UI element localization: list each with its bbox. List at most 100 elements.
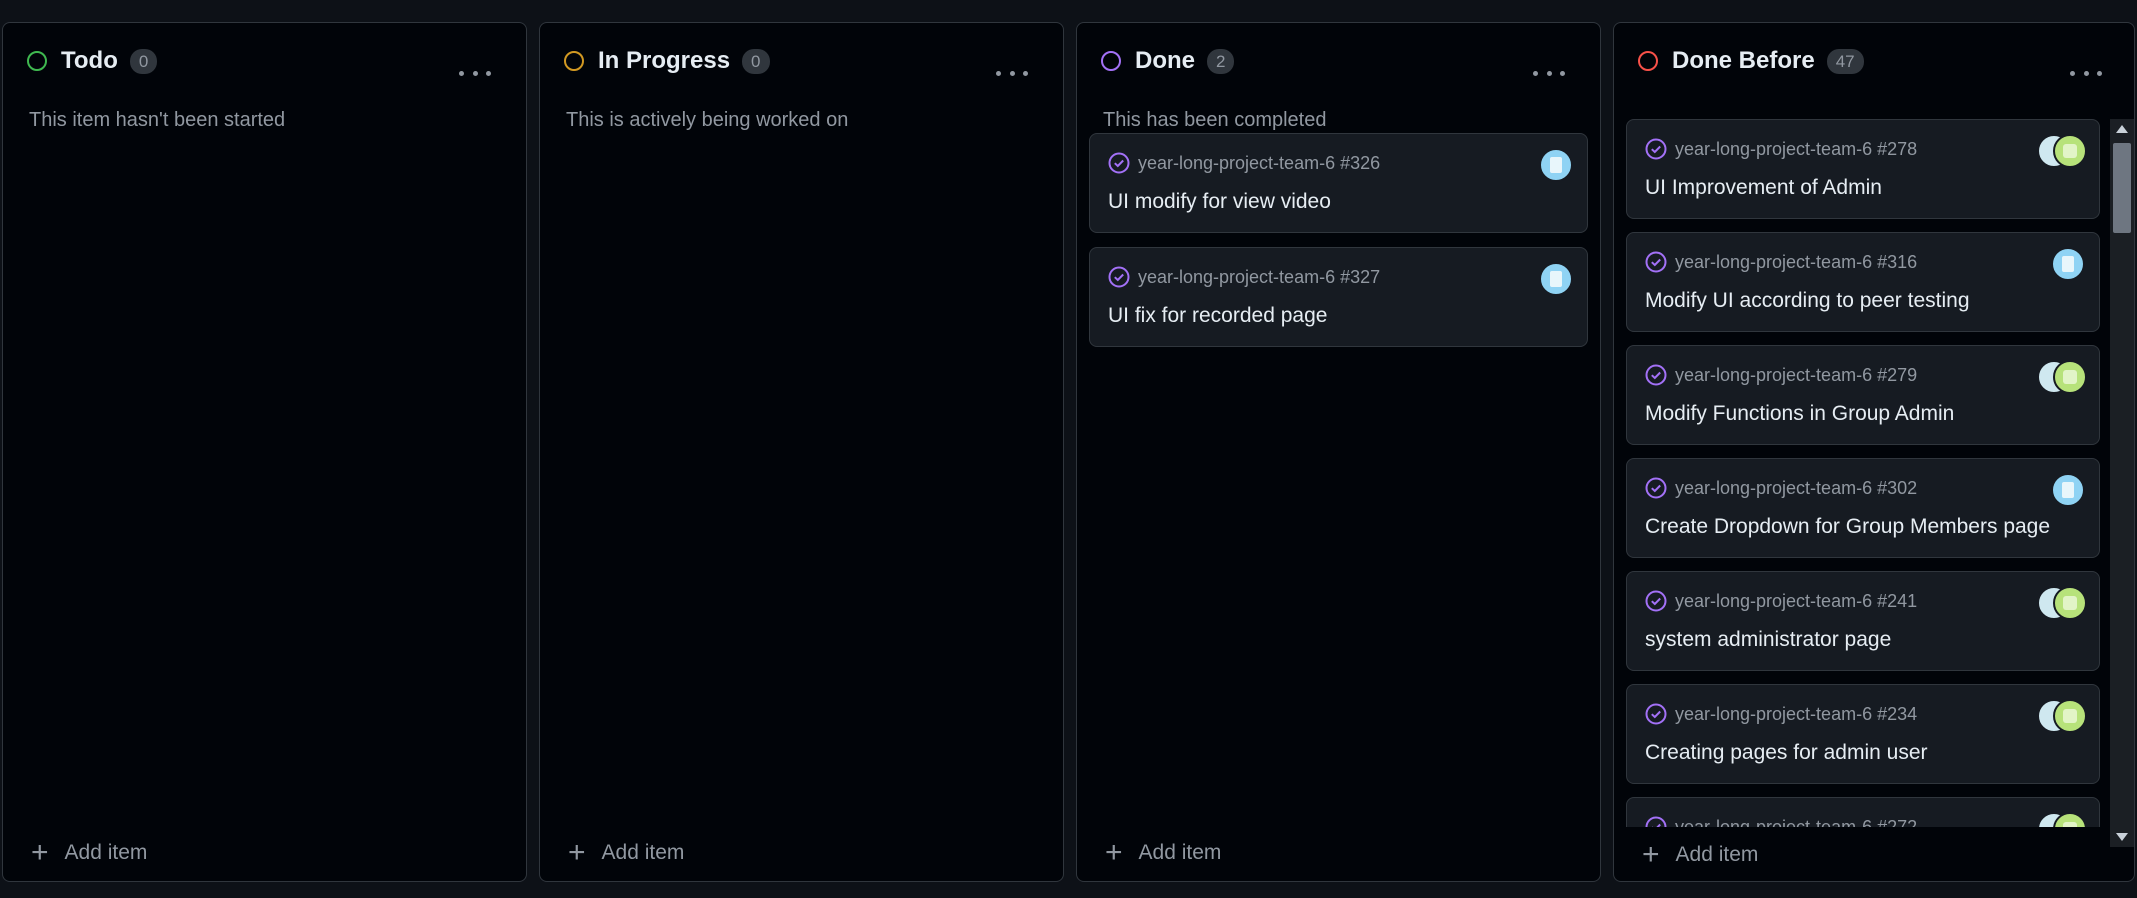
scroll-up-icon[interactable]: [2116, 125, 2128, 133]
check-circle-icon: [1645, 816, 1667, 827]
column-title: Done: [1135, 47, 1195, 74]
count-badge: 0: [742, 48, 770, 74]
check-circle-icon: [1645, 590, 1667, 612]
add-item-button[interactable]: + Add item: [1105, 836, 1221, 869]
more-horizontal-icon: [1533, 70, 1538, 76]
issue-card[interactable]: year-long-project-team-6 #272: [1626, 797, 2100, 827]
avatar[interactable]: [2051, 247, 2085, 281]
card-meta: year-long-project-team-6 #327: [1108, 266, 1380, 288]
card-meta: year-long-project-team-6 #316: [1645, 251, 1917, 273]
card-meta: year-long-project-team-6 #326: [1108, 152, 1380, 174]
card-repo-label[interactable]: year-long-project-team-6 #278: [1675, 139, 1917, 160]
plus-icon: +: [1105, 836, 1123, 869]
card-meta: year-long-project-team-6 #241: [1645, 590, 1917, 612]
column-title: Done Before: [1672, 47, 1815, 74]
issue-card[interactable]: year-long-project-team-6 #326 UI modify …: [1089, 133, 1588, 233]
plus-icon: +: [31, 836, 49, 869]
plus-icon: +: [1642, 838, 1660, 871]
more-horizontal-icon: [2070, 70, 2075, 76]
column-header: Todo 0: [27, 45, 158, 77]
column-title: In Progress: [598, 47, 731, 74]
card-title[interactable]: Modify UI according to peer testing: [1645, 289, 1970, 313]
status-circle-icon: [27, 51, 47, 71]
card-repo-label[interactable]: year-long-project-team-6 #279: [1675, 365, 1917, 386]
column-header: In Progress 0: [564, 45, 770, 77]
issue-card[interactable]: year-long-project-team-6 #302 Create Dro…: [1626, 458, 2100, 558]
card-meta: year-long-project-team-6 #279: [1645, 364, 1917, 386]
check-circle-icon: [1645, 703, 1667, 725]
assignee-avatars[interactable]: [2037, 134, 2087, 168]
status-circle-icon: [1101, 51, 1121, 71]
check-circle-icon: [1645, 364, 1667, 386]
avatar[interactable]: [1539, 262, 1573, 296]
column-todo: Todo 0 This item hasn't been started + A…: [2, 22, 527, 882]
card-title[interactable]: UI modify for view video: [1108, 190, 1331, 214]
column-description: This item hasn't been started: [29, 109, 286, 131]
vertical-scrollbar[interactable]: [2110, 119, 2134, 847]
issue-card[interactable]: year-long-project-team-6 #279 Modify Fun…: [1626, 345, 2100, 445]
add-item-button[interactable]: + Add item: [568, 838, 685, 868]
check-circle-icon: [1645, 138, 1667, 160]
card-repo-label[interactable]: year-long-project-team-6 #302: [1675, 478, 1917, 499]
column-menu-button[interactable]: [459, 61, 491, 85]
assignee-avatars[interactable]: [2051, 247, 2085, 281]
card-title[interactable]: Create Dropdown for Group Members page: [1645, 515, 2050, 539]
more-horizontal-icon: [459, 70, 464, 76]
check-circle-icon: [1645, 251, 1667, 273]
card-repo-label[interactable]: year-long-project-team-6 #316: [1675, 252, 1917, 273]
card-repo-label[interactable]: year-long-project-team-6 #327: [1138, 267, 1380, 288]
assignee-avatars[interactable]: [1539, 262, 1573, 296]
issue-card[interactable]: year-long-project-team-6 #234 Creating p…: [1626, 684, 2100, 784]
status-circle-icon: [1638, 51, 1658, 71]
card-repo-label[interactable]: year-long-project-team-6 #326: [1138, 153, 1380, 174]
issue-card[interactable]: year-long-project-team-6 #316 Modify UI …: [1626, 232, 2100, 332]
card-title[interactable]: UI Improvement of Admin: [1645, 176, 1882, 200]
card-title[interactable]: Creating pages for admin user: [1645, 741, 1928, 765]
issue-card[interactable]: year-long-project-team-6 #327 UI fix for…: [1089, 247, 1588, 347]
column-menu-button[interactable]: [1533, 61, 1565, 85]
card-title[interactable]: Modify Functions in Group Admin: [1645, 402, 1954, 426]
column-menu-button[interactable]: [996, 61, 1028, 85]
check-circle-icon: [1108, 266, 1130, 288]
card-title[interactable]: UI fix for recorded page: [1108, 304, 1327, 328]
issue-card[interactable]: year-long-project-team-6 #278 UI Improve…: [1626, 119, 2100, 219]
add-item-button[interactable]: + Add item: [31, 836, 148, 869]
card-repo-label[interactable]: year-long-project-team-6 #241: [1675, 591, 1917, 612]
add-item-label: Add item: [601, 841, 685, 864]
avatar[interactable]: [2053, 699, 2087, 733]
card-meta: year-long-project-team-6 #302: [1645, 477, 1917, 499]
card-repo-label[interactable]: year-long-project-team-6 #234: [1675, 704, 1917, 725]
column-title: Todo: [61, 47, 118, 74]
scrollbar-thumb[interactable]: [2113, 143, 2131, 233]
avatar[interactable]: [1539, 148, 1573, 182]
issue-card[interactable]: year-long-project-team-6 #241 system adm…: [1626, 571, 2100, 671]
column-header: Done 2: [1101, 45, 1235, 77]
column-done-before: Done Before 47 year-long-project-team-6 …: [1613, 22, 2135, 882]
card-repo-label[interactable]: year-long-project-team-6 #272: [1675, 817, 1917, 828]
card-meta: year-long-project-team-6 #234: [1645, 703, 1917, 725]
column-done: Done 2 This has been completed year-long…: [1076, 22, 1601, 882]
column-description: This is actively being worked on: [566, 109, 849, 131]
assignee-avatars[interactable]: [2037, 360, 2087, 394]
more-horizontal-icon: [996, 70, 1001, 76]
assignee-avatars[interactable]: [1539, 148, 1573, 182]
avatar[interactable]: [2051, 473, 2085, 507]
assignee-avatars[interactable]: [2037, 812, 2087, 827]
add-item-label: Add item: [1675, 843, 1759, 866]
avatar[interactable]: [2053, 586, 2087, 620]
assignee-avatars[interactable]: [2051, 473, 2085, 507]
add-item-label: Add item: [64, 841, 148, 864]
column-header: Done Before 47: [1638, 45, 1864, 77]
cards-scroll-area[interactable]: year-long-project-team-6 #278 UI Improve…: [1614, 115, 2134, 827]
add-item-button[interactable]: + Add item: [1642, 838, 1759, 871]
status-circle-icon: [564, 51, 584, 71]
avatar[interactable]: [2053, 360, 2087, 394]
avatar[interactable]: [2053, 134, 2087, 168]
column-menu-button[interactable]: [2070, 61, 2102, 85]
card-meta: year-long-project-team-6 #278: [1645, 138, 1917, 160]
assignee-avatars[interactable]: [2037, 699, 2087, 733]
assignee-avatars[interactable]: [2037, 586, 2087, 620]
column-description: This has been completed: [1103, 109, 1327, 131]
card-title[interactable]: system administrator page: [1645, 628, 1891, 652]
scroll-down-icon[interactable]: [2116, 833, 2128, 841]
